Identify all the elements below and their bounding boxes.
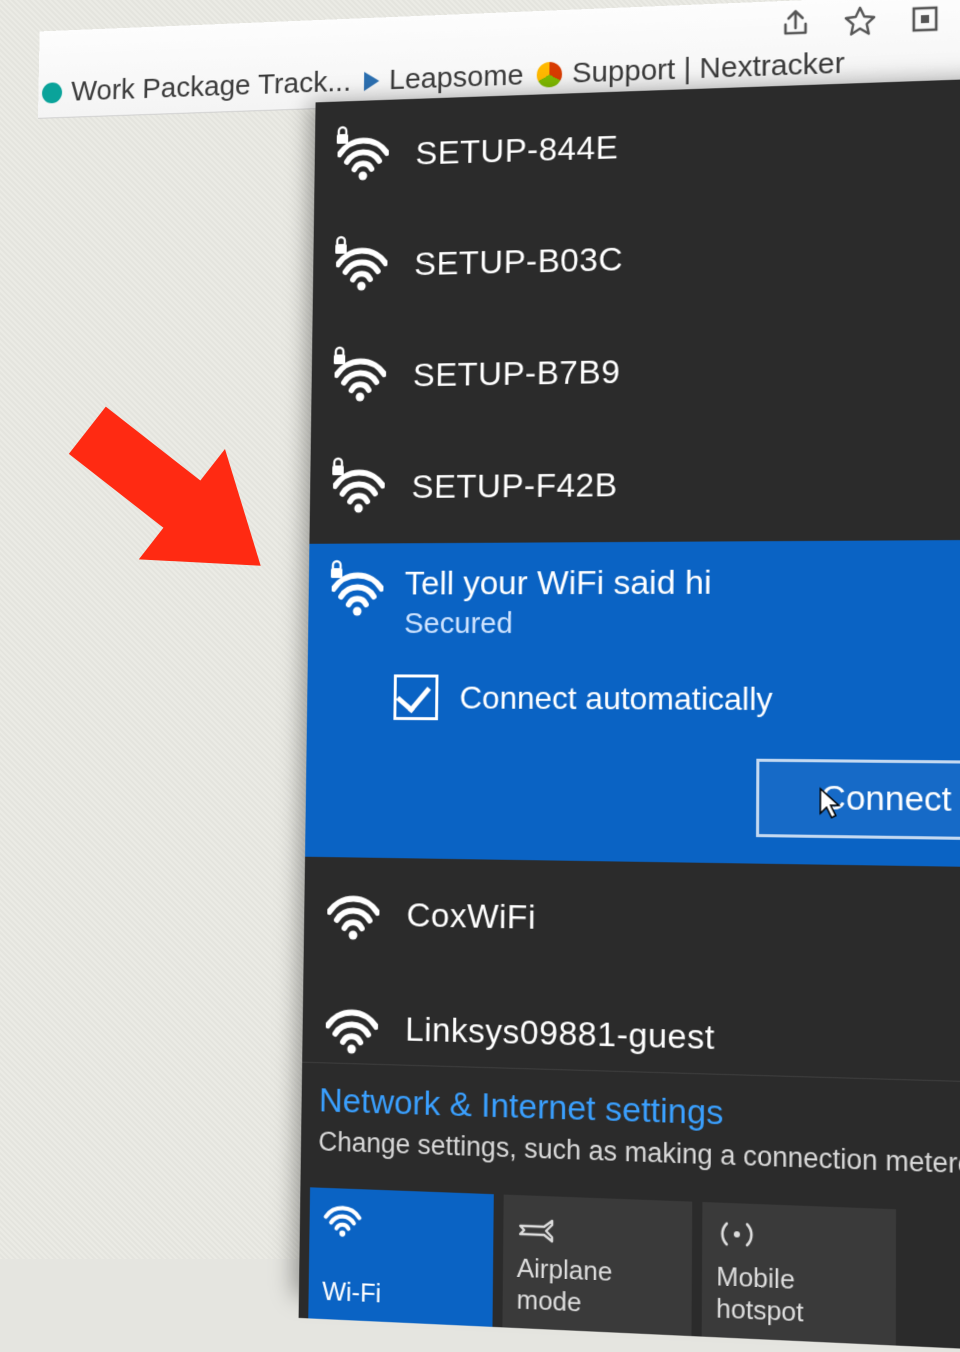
wifi-selected-name: Tell your WiFi said hi	[404, 564, 711, 604]
wifi-secured-icon	[337, 130, 389, 182]
connect-button[interactable]: Connect	[756, 759, 960, 841]
wifi-network-selected[interactable]: Tell your WiFi said hi Secured Connect a…	[305, 540, 960, 868]
wifi-open-icon	[327, 888, 380, 941]
wifi-network-item[interactable]: CoxWiFi	[303, 857, 960, 987]
connect-automatically-row[interactable]: Connect automatically	[393, 674, 960, 723]
wifi-icon	[323, 1200, 480, 1250]
wifi-secured-icon	[333, 462, 385, 513]
wifi-secured-icon	[336, 240, 388, 292]
connect-automatically-label: Connect automatically	[459, 679, 772, 718]
wifi-network-name: SETUP-844E	[415, 128, 618, 172]
wifi-network-item[interactable]: SETUP-B7B9	[311, 307, 960, 433]
tile-wifi[interactable]: Wi-Fi	[308, 1187, 494, 1327]
wifi-secured-icon	[334, 351, 386, 402]
wifi-network-name: Linksys09881-guest	[405, 1010, 715, 1058]
mouse-cursor-icon	[819, 787, 846, 829]
bookmark-label: Leapsome	[389, 59, 524, 97]
quick-action-tiles: Wi-Fi Airplane mode Mobile hotspot	[299, 1177, 960, 1352]
bookmark-favicon-circle	[537, 62, 563, 88]
bookmark-favicon-triangle	[364, 71, 379, 91]
wifi-network-name: SETUP-F42B	[411, 466, 617, 507]
wifi-network-name: CoxWiFi	[406, 896, 536, 938]
wifi-selected-status: Secured	[404, 607, 711, 641]
bookmark-label: Support | Nextracker	[572, 47, 845, 90]
wifi-network-name: SETUP-B7B9	[413, 353, 621, 395]
tile-label: Wi-Fi	[322, 1276, 479, 1314]
wifi-network-item[interactable]: SETUP-F42B	[309, 423, 960, 544]
tile-label: Mobile hotspot	[716, 1260, 881, 1332]
wifi-network-item[interactable]: SETUP-B03C	[313, 192, 960, 322]
checkbox-checked-icon[interactable]	[393, 674, 438, 720]
tile-mobile-hotspot[interactable]: Mobile hotspot	[702, 1202, 896, 1346]
network-settings-subtext: Change settings, such as making a connec…	[318, 1126, 960, 1182]
wifi-open-weak-icon	[325, 1001, 378, 1054]
airplane-icon	[517, 1207, 678, 1258]
bookmark-label: Work Package Track...	[71, 66, 351, 109]
wifi-secured-icon	[331, 565, 383, 616]
bookmark-work-package[interactable]: Work Package Track...	[42, 66, 351, 110]
tile-label: Airplane mode	[516, 1252, 677, 1323]
wifi-flyout-panel: SETUP-844E SETUP-B03C SETUP-B7B9 SETUP-F…	[299, 77, 960, 1329]
network-settings-link[interactable]: Network & Internet settings	[319, 1081, 724, 1132]
bookmark-favicon-dot	[42, 82, 62, 103]
wifi-network-name: SETUP-B03C	[414, 240, 623, 283]
tile-airplane-mode[interactable]: Airplane mode	[502, 1195, 692, 1337]
bookmark-leapsome[interactable]: Leapsome	[364, 59, 524, 98]
